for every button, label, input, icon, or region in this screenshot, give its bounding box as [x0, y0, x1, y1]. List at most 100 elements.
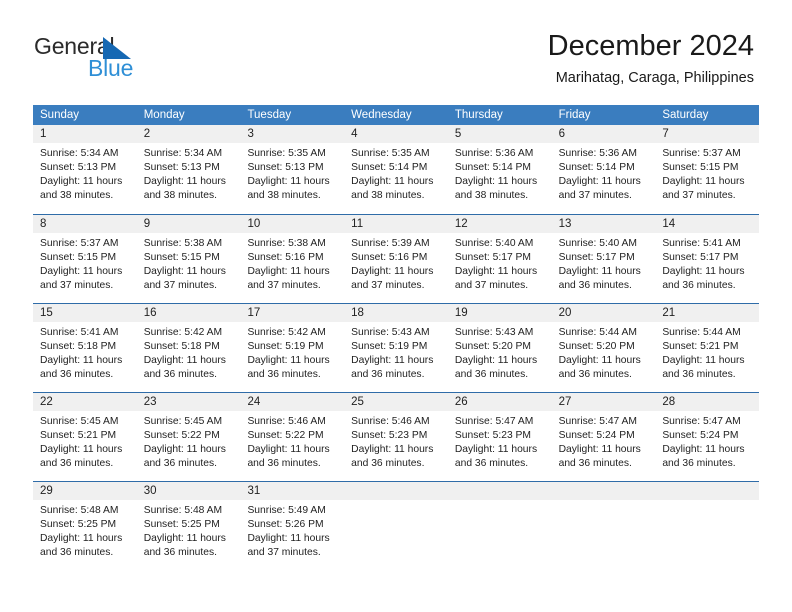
day-number-band: 6: [551, 125, 656, 143]
day-cell[interactable]: 22 Sunrise: 5:45 AM Sunset: 5:21 PM Dayl…: [33, 393, 137, 481]
daylight-text-line2: and 36 minutes.: [351, 369, 425, 380]
day-number-band: 14: [655, 215, 760, 233]
day-cell[interactable]: 15 Sunrise: 5:41 AM Sunset: 5:18 PM Dayl…: [33, 304, 137, 392]
day-cell[interactable]: 8 Sunrise: 5:37 AM Sunset: 5:15 PM Dayli…: [33, 215, 137, 303]
day-number: 16: [143, 307, 157, 319]
day-cell[interactable]: 30 Sunrise: 5:48 AM Sunset: 5:25 PM Dayl…: [136, 482, 241, 570]
day-cell[interactable]: 4 Sunrise: 5:35 AM Sunset: 5:14 PM Dayli…: [344, 125, 448, 214]
daylight-text-line2: and 38 minutes.: [143, 190, 217, 201]
day-cell[interactable]: 17 Sunrise: 5:42 AM Sunset: 5:19 PM Dayl…: [240, 304, 345, 392]
daylight-text-line2: and 36 minutes.: [40, 458, 114, 469]
day-cell[interactable]: 19 Sunrise: 5:43 AM Sunset: 5:20 PM Dayl…: [447, 304, 552, 392]
day-cell[interactable]: 29 Sunrise: 5:48 AM Sunset: 5:25 PM Dayl…: [33, 482, 137, 570]
sunrise-text: Sunrise: 5:43 AM: [351, 327, 430, 338]
day-number-band: 12: [447, 215, 552, 233]
sunrise-text: Sunrise: 5:39 AM: [351, 238, 430, 249]
sunset-text: Sunset: 5:18 PM: [143, 341, 220, 352]
day-details: Sunrise: 5:43 AM Sunset: 5:19 PM Dayligh…: [344, 322, 448, 382]
daylight-text-line2: and 36 minutes.: [351, 458, 425, 469]
day-cell[interactable]: 24 Sunrise: 5:46 AM Sunset: 5:22 PM Dayl…: [240, 393, 345, 481]
daylight-text-line1: Daylight: 11 hours: [247, 266, 330, 277]
day-cell[interactable]: 20 Sunrise: 5:44 AM Sunset: 5:20 PM Dayl…: [551, 304, 656, 392]
day-number: 18: [351, 307, 364, 319]
day-details: Sunrise: 5:39 AM Sunset: 5:16 PM Dayligh…: [344, 233, 448, 293]
day-number-band: 23: [136, 393, 241, 411]
daylight-text-line2: and 37 minutes.: [247, 280, 321, 291]
day-cell[interactable]: 11 Sunrise: 5:39 AM Sunset: 5:16 PM Dayl…: [344, 215, 448, 303]
day-cell[interactable]: 26 Sunrise: 5:47 AM Sunset: 5:23 PM Dayl…: [447, 393, 552, 481]
day-number-band: 21: [655, 304, 760, 322]
day-details: Sunrise: 5:35 AM Sunset: 5:13 PM Dayligh…: [240, 143, 344, 203]
week-row: 29 Sunrise: 5:48 AM Sunset: 5:25 PM Dayl…: [33, 481, 760, 570]
day-cell[interactable]: 27 Sunrise: 5:47 AM Sunset: 5:24 PM Dayl…: [551, 393, 656, 481]
daylight-text-line1: Daylight: 11 hours: [351, 266, 434, 277]
day-details: Sunrise: 5:35 AM Sunset: 5:14 PM Dayligh…: [344, 143, 448, 203]
day-details: Sunrise: 5:38 AM Sunset: 5:16 PM Dayligh…: [240, 233, 344, 293]
daylight-text-line2: and 36 minutes.: [247, 369, 321, 380]
day-cell[interactable]: 1 Sunrise: 5:34 AM Sunset: 5:13 PM Dayli…: [33, 125, 137, 214]
day-cell[interactable]: 31 Sunrise: 5:49 AM Sunset: 5:26 PM Dayl…: [240, 482, 345, 570]
day-cell[interactable]: 25 Sunrise: 5:46 AM Sunset: 5:23 PM Dayl…: [344, 393, 448, 481]
day-number: 24: [247, 396, 261, 408]
day-number-band: 24: [240, 393, 345, 411]
day-details: Sunrise: 5:46 AM Sunset: 5:22 PM Dayligh…: [240, 411, 344, 471]
day-details: Sunrise: 5:34 AM Sunset: 5:13 PM Dayligh…: [137, 143, 241, 203]
day-cell[interactable]: 10 Sunrise: 5:38 AM Sunset: 5:16 PM Dayl…: [240, 215, 345, 303]
day-cell[interactable]: 6 Sunrise: 5:36 AM Sunset: 5:14 PM Dayli…: [551, 125, 656, 214]
day-number-band: 27: [551, 393, 656, 411]
daylight-text-line2: and 36 minutes.: [662, 369, 736, 380]
day-details: Sunrise: 5:48 AM Sunset: 5:25 PM Dayligh…: [137, 500, 241, 560]
sunset-text: Sunset: 5:14 PM: [454, 162, 532, 173]
day-cell[interactable]: 2 Sunrise: 5:34 AM Sunset: 5:13 PM Dayli…: [136, 125, 241, 214]
daylight-text-line1: Daylight: 11 hours: [558, 266, 641, 277]
day-number-band: 4: [344, 125, 448, 143]
day-cell[interactable]: 5 Sunrise: 5:36 AM Sunset: 5:14 PM Dayli…: [447, 125, 552, 214]
day-number-band: 11: [344, 215, 448, 233]
day-cell-empty: [551, 482, 656, 570]
general-blue-logo[interactable]: General Blue: [34, 33, 214, 81]
day-cell[interactable]: 28 Sunrise: 5:47 AM Sunset: 5:24 PM Dayl…: [655, 393, 760, 481]
daylight-text-line2: and 36 minutes.: [143, 369, 217, 380]
weekday-header-row: Sunday Monday Tuesday Wednesday Thursday…: [33, 105, 759, 125]
day-details: Sunrise: 5:41 AM Sunset: 5:18 PM Dayligh…: [33, 322, 137, 382]
day-cell[interactable]: 13 Sunrise: 5:40 AM Sunset: 5:17 PM Dayl…: [551, 215, 656, 303]
day-cell[interactable]: 18 Sunrise: 5:43 AM Sunset: 5:19 PM Dayl…: [344, 304, 448, 392]
daylight-text-line2: and 38 minutes.: [351, 190, 425, 201]
day-cell[interactable]: 7 Sunrise: 5:37 AM Sunset: 5:15 PM Dayli…: [655, 125, 760, 214]
sunset-text: Sunset: 5:22 PM: [247, 430, 324, 441]
sunset-text: Sunset: 5:14 PM: [351, 162, 428, 173]
daylight-text-line2: and 36 minutes.: [558, 280, 632, 291]
sunset-text: Sunset: 5:17 PM: [662, 252, 739, 263]
sunset-text: Sunset: 5:15 PM: [40, 252, 117, 263]
day-cell[interactable]: 12 Sunrise: 5:40 AM Sunset: 5:17 PM Dayl…: [447, 215, 552, 303]
daylight-text-line1: Daylight: 11 hours: [143, 266, 226, 277]
day-details: Sunrise: 5:34 AM Sunset: 5:13 PM Dayligh…: [33, 143, 137, 203]
weekday-header-saturday: Saturday: [662, 109, 709, 121]
daylight-text-line1: Daylight: 11 hours: [662, 355, 745, 366]
weekday-header-monday: Monday: [143, 109, 185, 121]
day-cell[interactable]: 23 Sunrise: 5:45 AM Sunset: 5:22 PM Dayl…: [136, 393, 241, 481]
sunrise-text: Sunrise: 5:47 AM: [662, 416, 741, 427]
daylight-text-line2: and 36 minutes.: [558, 458, 632, 469]
day-details: Sunrise: 5:48 AM Sunset: 5:25 PM Dayligh…: [33, 500, 137, 560]
day-cell[interactable]: 9 Sunrise: 5:38 AM Sunset: 5:15 PM Dayli…: [136, 215, 241, 303]
daylight-text-line2: and 36 minutes.: [40, 369, 114, 380]
weekday-header-sunday: Sunday: [40, 109, 80, 121]
sunset-text: Sunset: 5:24 PM: [558, 430, 635, 441]
day-cell[interactable]: 21 Sunrise: 5:44 AM Sunset: 5:21 PM Dayl…: [655, 304, 760, 392]
day-details: Sunrise: 5:43 AM Sunset: 5:20 PM Dayligh…: [448, 322, 552, 382]
day-cell[interactable]: 16 Sunrise: 5:42 AM Sunset: 5:18 PM Dayl…: [136, 304, 241, 392]
sunset-text: Sunset: 5:13 PM: [143, 162, 220, 173]
sunrise-text: Sunrise: 5:48 AM: [40, 505, 119, 516]
sunset-text: Sunset: 5:17 PM: [558, 252, 635, 263]
sunset-text: Sunset: 5:21 PM: [662, 341, 739, 352]
day-cell[interactable]: 3 Sunrise: 5:35 AM Sunset: 5:13 PM Dayli…: [240, 125, 345, 214]
daylight-text-line2: and 36 minutes.: [40, 547, 114, 558]
daylight-text-line1: Daylight: 11 hours: [143, 444, 226, 455]
day-cell[interactable]: 14 Sunrise: 5:41 AM Sunset: 5:17 PM Dayl…: [655, 215, 760, 303]
day-number-band: 31: [240, 482, 345, 500]
weekday-header-wednesday: Wednesday: [351, 109, 412, 121]
day-number: 11: [351, 218, 364, 230]
sunrise-text: Sunrise: 5:35 AM: [247, 148, 326, 159]
day-number: 28: [662, 396, 676, 408]
